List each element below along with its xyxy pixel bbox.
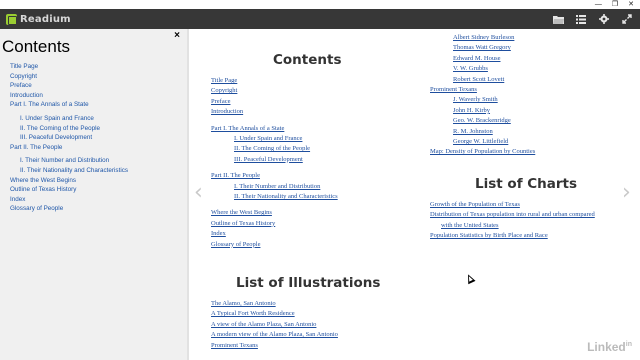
toc-link-under-spain[interactable]: I. Under Spain and France bbox=[211, 134, 338, 144]
toc-link-glossary[interactable]: Glossary of People bbox=[211, 240, 338, 250]
sidebar-item-copyright[interactable]: Copyright bbox=[10, 72, 128, 82]
illustration-link-johnston[interactable]: R. M. Johnston bbox=[430, 127, 535, 137]
sidebar-item-preface[interactable]: Preface bbox=[10, 81, 128, 91]
watermark-brand: Linked bbox=[587, 340, 626, 354]
contents-list: Title Page Copyright Preface Introductio… bbox=[211, 76, 338, 250]
illustration-link-prominent-texans[interactable]: Prominent Texans bbox=[211, 341, 338, 351]
toc-link-number-distribution[interactable]: I. Their Number and Distribution bbox=[211, 182, 338, 192]
chart-link-growth[interactable]: Growth of the Population of Texas bbox=[430, 200, 595, 210]
sidebar-item-glossary[interactable]: Glossary of People bbox=[10, 204, 128, 214]
contents-heading: Contents bbox=[273, 52, 342, 68]
app-logo: Readium bbox=[6, 12, 71, 26]
illustration-link-alamo[interactable]: The Alamo, San Antonio bbox=[211, 299, 338, 309]
sidebar-item-number-distribution[interactable]: I. Their Number and Distribution bbox=[10, 156, 128, 166]
sidebar-title: Contents bbox=[2, 37, 71, 56]
chart-link-distribution[interactable]: Distribution of Texas population into ru… bbox=[430, 210, 595, 220]
sidebar-item-west-begins[interactable]: Where the West Begins bbox=[10, 176, 128, 186]
list-icon[interactable] bbox=[574, 12, 588, 26]
toc-link-introduction[interactable]: Introduction bbox=[211, 107, 338, 117]
toc-link-copyright[interactable]: Copyright bbox=[211, 86, 338, 96]
chart-link-distribution-cont[interactable]: with the United States bbox=[430, 221, 595, 231]
toc-link-peaceful-development[interactable]: III. Peaceful Development bbox=[211, 155, 338, 165]
app-toolbar: Readium bbox=[0, 9, 640, 29]
illustration-link-fort-worth[interactable]: A Typical Fort Worth Residence bbox=[211, 309, 338, 319]
toc-link-index[interactable]: Index bbox=[211, 229, 338, 239]
illustration-link-littlefield[interactable]: George W. Littlefield bbox=[430, 137, 535, 147]
illustration-link-gregory[interactable]: Thomas Watt Gregory bbox=[430, 43, 535, 53]
toc-link-part-2[interactable]: Part II. The People bbox=[211, 171, 338, 181]
toc-sidebar: × Contents Title Page Copyright Preface … bbox=[0, 29, 189, 360]
sidebar-item-index[interactable]: Index bbox=[10, 195, 128, 205]
toc-link-title-page[interactable]: Title Page bbox=[211, 76, 338, 86]
illustration-link-density-map[interactable]: Map: Density of Population by Counties bbox=[430, 147, 535, 157]
toc-link-coming-of-people[interactable]: II. The Coming of the People bbox=[211, 144, 338, 154]
maximize-button[interactable]: ❐ bbox=[612, 0, 618, 9]
toc-link-outline-history[interactable]: Outline of Texas History bbox=[211, 219, 338, 229]
sidebar-item-introduction[interactable]: Introduction bbox=[10, 91, 128, 101]
folder-icon[interactable] bbox=[551, 12, 565, 26]
window-titlebar: — ❐ ✕ bbox=[0, 0, 640, 9]
toolbar-actions bbox=[551, 9, 634, 29]
readium-logo-icon bbox=[6, 13, 17, 25]
sidebar-item-nationality[interactable]: II. Their Nationality and Characteristic… bbox=[10, 166, 128, 176]
watermark-suffix: in bbox=[625, 341, 632, 348]
close-window-button[interactable]: ✕ bbox=[628, 0, 634, 9]
sidebar-item-coming-of-people[interactable]: II. The Coming of the People bbox=[10, 124, 128, 134]
toc-link-west-begins[interactable]: Where the West Begins bbox=[211, 208, 338, 218]
sidebar-toc-list: Title Page Copyright Preface Introductio… bbox=[10, 62, 128, 214]
sidebar-item-outline-history[interactable]: Outline of Texas History bbox=[10, 185, 128, 195]
window-controls: — ❐ ✕ bbox=[595, 0, 634, 9]
previous-page-button[interactable]: ‹ bbox=[194, 182, 203, 204]
toc-link-nationality[interactable]: II. Their Nationality and Characteristic… bbox=[211, 192, 338, 202]
linkedin-watermark: Linkedin bbox=[587, 340, 632, 354]
illustration-link-alamo-plaza[interactable]: A view of the Alamo Plaza, San Antonio bbox=[211, 320, 338, 330]
illustration-link-house[interactable]: Edward M. House bbox=[430, 54, 535, 64]
illustrations-list: The Alamo, San Antonio A Typical Fort Wo… bbox=[211, 299, 338, 351]
sidebar-item-peaceful-development[interactable]: III. Peaceful Development bbox=[10, 133, 128, 143]
close-sidebar-button[interactable]: × bbox=[174, 30, 180, 41]
illustration-link-smith[interactable]: J. Waverly Smith bbox=[430, 95, 535, 105]
minimize-button[interactable]: — bbox=[595, 0, 602, 9]
illustration-link-brackenridge[interactable]: Geo. W. Brackenridge bbox=[430, 116, 535, 126]
illustration-link-prominent-texans-2[interactable]: Prominent Texans bbox=[430, 85, 535, 95]
illustration-link-grubbs[interactable]: V. W. Grubbs bbox=[430, 64, 535, 74]
illustration-link-lovett[interactable]: Robert Scott Lovett bbox=[430, 75, 535, 85]
fullscreen-icon[interactable] bbox=[620, 12, 634, 26]
chart-link-birth-place[interactable]: Population Statistics by Birth Place and… bbox=[430, 231, 595, 241]
sidebar-item-part-2[interactable]: Part II. The People bbox=[10, 143, 128, 153]
illustrations-list-continued: Albert Sidney Burleson Thomas Watt Grego… bbox=[430, 33, 535, 158]
illustration-link-kirby[interactable]: John H. Kirby bbox=[430, 106, 535, 116]
toc-link-part-1[interactable]: Part I. The Annals of a State bbox=[211, 124, 338, 134]
gear-icon[interactable] bbox=[597, 12, 611, 26]
sidebar-item-under-spain[interactable]: I. Under Spain and France bbox=[10, 114, 128, 124]
sidebar-item-title-page[interactable]: Title Page bbox=[10, 62, 128, 72]
app-name: Readium bbox=[20, 13, 71, 25]
charts-heading: List of Charts bbox=[475, 176, 578, 192]
next-page-button[interactable]: › bbox=[622, 182, 631, 204]
illustration-link-burleson[interactable]: Albert Sidney Burleson bbox=[430, 33, 535, 43]
illustrations-heading: List of Illustrations bbox=[236, 275, 381, 291]
illustration-link-alamo-plaza-modern[interactable]: A modern view of the Alamo Plaza, San An… bbox=[211, 330, 338, 340]
sidebar-item-part-1[interactable]: Part I. The Annals of a State bbox=[10, 100, 128, 110]
charts-list: Growth of the Population of Texas Distri… bbox=[430, 200, 595, 242]
toc-link-preface[interactable]: Preface bbox=[211, 97, 338, 107]
